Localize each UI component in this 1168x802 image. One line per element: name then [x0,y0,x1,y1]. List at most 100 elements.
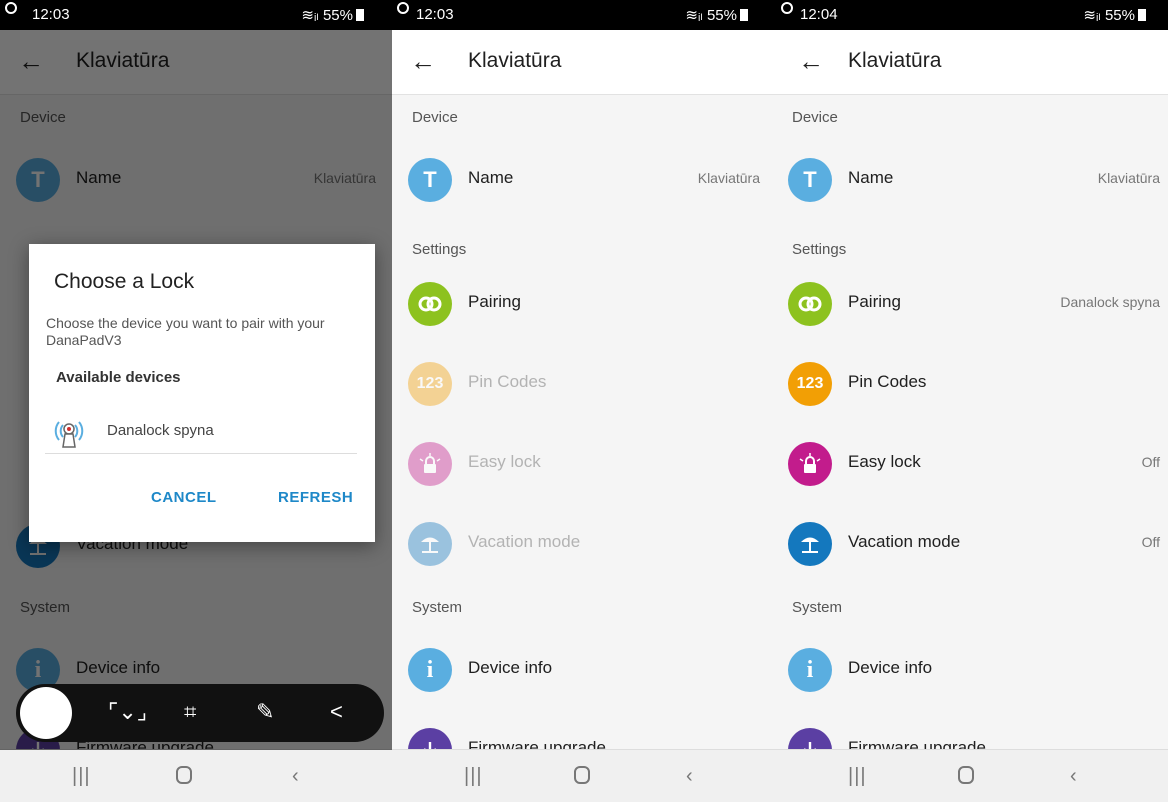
row-name[interactable]: T Name Klaviatūra [776,148,1168,212]
status-time: 12:03 [32,6,70,23]
status-right: ≋ᵢₗ 55% [1083,6,1146,24]
row-label: Pin Codes [848,372,927,391]
clock-icon [781,2,793,14]
crop-icon[interactable]: ⌗ [184,698,196,726]
row-easy-lock: Easy lock [392,432,776,496]
lock-signal-icon [54,421,84,448]
row-label: Easy lock [848,452,921,471]
dialog-title: Choose a Lock [54,270,195,293]
page-title: Klaviatūra [468,49,562,72]
row-value: Klaviatūra [697,170,760,186]
status-bar: 12:03 ≋ᵢₗ 55% [0,0,392,30]
easy-lock-icon [408,442,452,486]
cancel-button[interactable]: CANCEL [151,489,217,506]
battery-level: 55% [322,7,353,24]
section-settings: Settings [792,241,847,258]
row-device-info[interactable]: i Device info [392,638,776,702]
share-icon[interactable]: < [330,698,343,726]
name-letter-icon: T [408,158,452,202]
row-value: Off [1141,534,1160,550]
row-label: Pin Codes [468,372,547,391]
recent-apps-icon[interactable]: ||| [848,766,867,786]
row-label: Pairing [848,292,901,311]
row-vacation-mode: Vacation mode [392,512,776,576]
choose-lock-dialog: Choose a Lock Choose the device you want… [29,244,375,542]
name-letter-icon: T [788,158,832,202]
section-system: System [792,599,843,616]
nav-bar: ||| ‹ [0,749,392,802]
recent-apps-icon[interactable]: ||| [72,766,91,786]
scroll-capture-icon[interactable]: ⌜⌄⌟ [108,698,147,726]
available-devices-heading: Available devices [56,369,181,386]
wifi-signal-icon: ≋ᵢₗ [1083,7,1101,24]
back-arrow-icon[interactable]: ← [798,46,824,76]
home-icon[interactable] [958,766,974,784]
nav-back-icon[interactable]: ‹ [1070,766,1077,786]
nav-back-icon[interactable]: ‹ [686,766,693,786]
info-icon: i [788,648,832,692]
recent-apps-icon[interactable]: ||| [464,766,483,786]
battery-icon [356,9,364,21]
nav-bar: ||| ‹ [776,749,1168,802]
home-icon[interactable] [574,766,590,784]
row-pairing[interactable]: Pairing [392,272,776,336]
status-right: ≋ᵢₗ 55% [301,6,364,24]
wifi-signal-icon: ≋ᵢₗ [301,7,319,24]
row-name[interactable]: T Name Klaviatūra [392,148,776,212]
vacation-beach-icon [788,522,832,566]
status-time: 12:04 [800,6,838,23]
phone-screen-2: 12:03 ≋ᵢₗ 55% ← Klaviatūra Device T Name… [392,0,776,802]
row-pairing[interactable]: Pairing Danalock spyna [776,272,1168,336]
dialog-message: Choose the device you want to pair with … [46,315,325,348]
nav-back-icon[interactable]: ‹ [292,766,299,786]
row-vacation-mode[interactable]: Vacation mode Off [776,512,1168,576]
row-value: Off [1141,454,1160,470]
row-pin-codes[interactable]: 123 Pin Codes [776,352,1168,416]
device-name: Danalock spyna [107,422,214,439]
pairing-link-icon [788,282,832,326]
battery-level: 55% [706,7,737,24]
clock-icon [397,2,409,14]
row-label: Name [848,168,894,187]
battery-level: 55% [1104,7,1135,24]
phone-screen-1: 12:03 ≋ᵢₗ 55% ← Klaviatūra Device T Name… [0,0,392,802]
row-label: Name [468,168,514,187]
pen-icon[interactable]: ✎ [256,698,274,726]
row-value: Danalock spyna [1060,294,1160,310]
pin-codes-icon: 123 [408,362,452,406]
device-list-item[interactable]: Danalock spyna [51,412,351,452]
row-label: Device info [468,658,553,677]
status-time: 12:03 [416,6,454,23]
section-device: Device [792,109,838,126]
page-title: Klaviatūra [848,49,942,72]
row-device-info[interactable]: i Device info [776,638,1168,702]
battery-icon [740,9,748,21]
row-label: Pairing [468,292,521,311]
section-system: System [412,599,463,616]
status-bar: 12:04 ≋ᵢₗ 55% [776,0,1168,30]
row-pin-codes: 123 Pin Codes [392,352,776,416]
row-label: Vacation mode [468,532,581,551]
easy-lock-icon [788,442,832,486]
battery-icon [1138,9,1146,21]
home-icon[interactable] [176,766,192,784]
pin-codes-icon: 123 [788,362,832,406]
screenshot-thumbnail[interactable] [20,687,72,739]
status-bar: 12:03 ≋ᵢₗ 55% [392,0,776,30]
nav-bar: ||| ‹ [392,749,776,802]
back-arrow-icon[interactable]: ← [410,46,436,76]
row-value: Klaviatūra [1097,170,1160,186]
refresh-button[interactable]: REFRESH [278,489,353,506]
wifi-signal-icon: ≋ᵢₗ [685,7,703,24]
dialog-divider [45,453,357,454]
row-label: Easy lock [468,452,541,471]
app-bar: ← Klaviatūra [392,30,776,95]
row-easy-lock[interactable]: Easy lock Off [776,432,1168,496]
row-label: Vacation mode [848,532,961,551]
phone-screen-3: 12:04 ≋ᵢₗ 55% ← Klaviatūra Device T Name… [776,0,1168,802]
screenshot-toolbar: ⌜⌄⌟ ⌗ ✎ < [16,684,384,742]
app-bar: ← Klaviatūra [776,30,1168,95]
info-icon: i [408,648,452,692]
vacation-beach-icon [408,522,452,566]
section-device: Device [412,109,458,126]
